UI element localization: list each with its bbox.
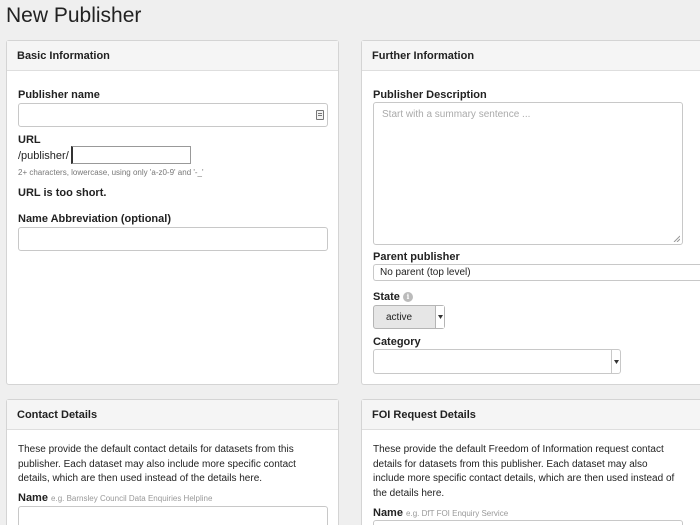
url-prefix: /publisher/ xyxy=(18,150,69,162)
parent-publisher-selected: No parent (top level) xyxy=(380,267,471,278)
publisher-name-label: Publisher name xyxy=(18,89,100,101)
page-title: New Publisher xyxy=(6,4,142,27)
contact-details-description: These provide the default contact detail… xyxy=(18,444,296,484)
further-information-heading: Further Information xyxy=(362,41,700,71)
foi-name-example: e.g. DfT FOI Enquiry Service xyxy=(406,509,509,518)
category-select[interactable] xyxy=(373,349,621,374)
publisher-name-input[interactable] xyxy=(18,103,328,127)
foi-request-details-description: These provide the default Freedom of Inf… xyxy=(373,444,675,499)
url-label: URL xyxy=(18,134,41,146)
chevron-down-icon[interactable] xyxy=(435,306,444,328)
publisher-description-placeholder: Start with a summary sentence ... xyxy=(382,109,531,120)
basic-information-panel: Basic Information Publisher name URL /pu… xyxy=(6,40,339,385)
contact-details-heading: Contact Details xyxy=(7,400,338,430)
foi-name-label: Name e.g. DfT FOI Enquiry Service xyxy=(373,507,508,519)
publisher-description-textarea[interactable]: Start with a summary sentence ... xyxy=(373,102,683,245)
url-slug-input[interactable] xyxy=(71,146,191,164)
further-information-panel: Further Information Publisher Descriptio… xyxy=(361,40,700,385)
resize-grip-icon[interactable] xyxy=(673,235,680,242)
foi-name-label-text: Name xyxy=(373,507,403,519)
foi-name-input[interactable] xyxy=(373,520,683,525)
url-hint: 2+ characters, lowercase, using only 'a-… xyxy=(18,168,204,177)
parent-publisher-select[interactable]: No parent (top level) xyxy=(373,264,700,281)
category-label: Category xyxy=(373,336,421,348)
contact-details-panel: Contact Details These provide the defaul… xyxy=(6,399,339,525)
state-selected: active xyxy=(386,312,413,323)
contact-name-input[interactable] xyxy=(18,506,328,525)
parent-publisher-label: Parent publisher xyxy=(373,251,460,263)
chevron-down-icon[interactable] xyxy=(611,350,620,373)
state-select[interactable]: active xyxy=(373,305,445,329)
contact-name-label: Name e.g. Barnsley Council Data Enquirie… xyxy=(18,492,212,504)
info-icon: i xyxy=(403,292,413,302)
foi-request-details-panel: FOI Request Details These provide the de… xyxy=(361,399,700,525)
contact-card-icon[interactable] xyxy=(316,110,324,120)
basic-information-heading: Basic Information xyxy=(7,41,338,71)
contact-name-example: e.g. Barnsley Council Data Enquiries Hel… xyxy=(51,494,213,503)
contact-name-label-text: Name xyxy=(18,492,48,504)
name-abbreviation-label: Name Abbreviation (optional) xyxy=(18,213,171,225)
foi-request-details-heading: FOI Request Details xyxy=(362,400,700,430)
name-abbreviation-input[interactable] xyxy=(18,227,328,251)
url-error-message: URL is too short. xyxy=(18,187,107,199)
publisher-description-label: Publisher Description xyxy=(373,89,487,101)
state-label: State xyxy=(373,291,400,303)
